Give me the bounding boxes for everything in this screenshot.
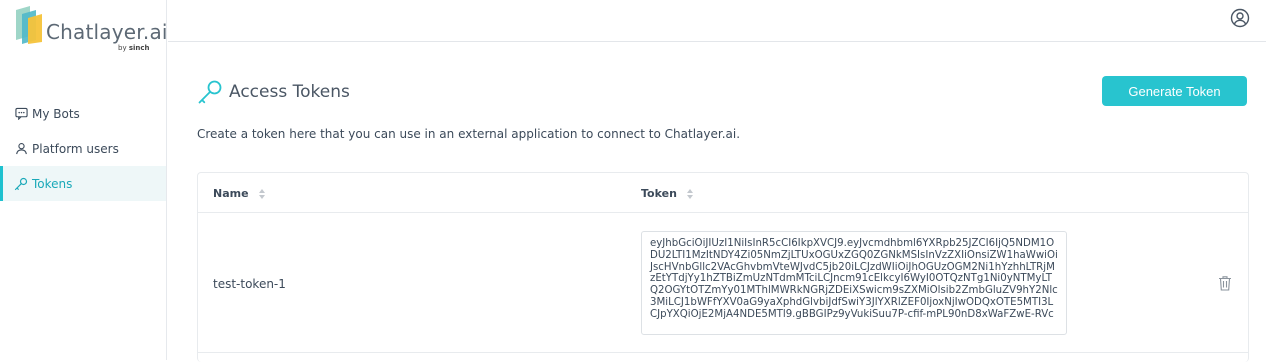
- column-label: Name: [213, 187, 249, 200]
- user-icon: [14, 142, 28, 156]
- sidebar-item-platform-users[interactable]: Platform users: [0, 131, 166, 166]
- top-bar: [168, 0, 1266, 42]
- token-value-field[interactable]: eyJhbGciOiJIUzI1NiIsInR5cCI6IkpXVCJ9.eyJ…: [641, 231, 1067, 335]
- trash-icon[interactable]: [1218, 275, 1232, 291]
- column-label: Token: [641, 187, 677, 200]
- sidebar-item-label: Tokens: [32, 176, 73, 191]
- sidebar: Chatlayer.ai by sinch My Bots Platform u…: [0, 0, 167, 360]
- column-header-token[interactable]: Token: [641, 187, 693, 200]
- brand-logo[interactable]: Chatlayer.ai by sinch: [14, 6, 167, 52]
- column-header-name[interactable]: Name: [213, 187, 265, 200]
- key-icon: [14, 177, 28, 191]
- table-row: test-token-1 eyJhbGciOiJIUzI1NiIsInR5cCI…: [198, 213, 1248, 353]
- brand-byline: by sinch: [118, 44, 150, 52]
- sidebar-item-tokens[interactable]: Tokens: [0, 166, 166, 201]
- key-icon: [198, 80, 222, 104]
- generate-token-button[interactable]: Generate Token: [1102, 76, 1247, 106]
- page-title: Access Tokens: [229, 82, 350, 102]
- sort-icon: [258, 188, 265, 199]
- sort-icon: [686, 188, 693, 199]
- page-description: Create a token here that you can use in …: [197, 127, 741, 141]
- chatlayer-logo-icon: [16, 6, 42, 44]
- chat-bubble-icon: [14, 107, 28, 121]
- sidebar-nav: My Bots Platform users Tokens: [0, 96, 166, 201]
- token-name: test-token-1: [213, 277, 286, 291]
- sidebar-item-label: My Bots: [32, 106, 80, 121]
- tokens-table: Name Token test-token-1 eyJhbGciOiJIUzI1…: [197, 172, 1249, 362]
- sidebar-item-label: Platform users: [32, 141, 119, 156]
- sidebar-item-my-bots[interactable]: My Bots: [0, 96, 166, 131]
- account-circle-icon[interactable]: [1230, 8, 1250, 28]
- brand-name: Chatlayer.ai: [46, 20, 168, 44]
- table-header: Name Token: [198, 173, 1248, 213]
